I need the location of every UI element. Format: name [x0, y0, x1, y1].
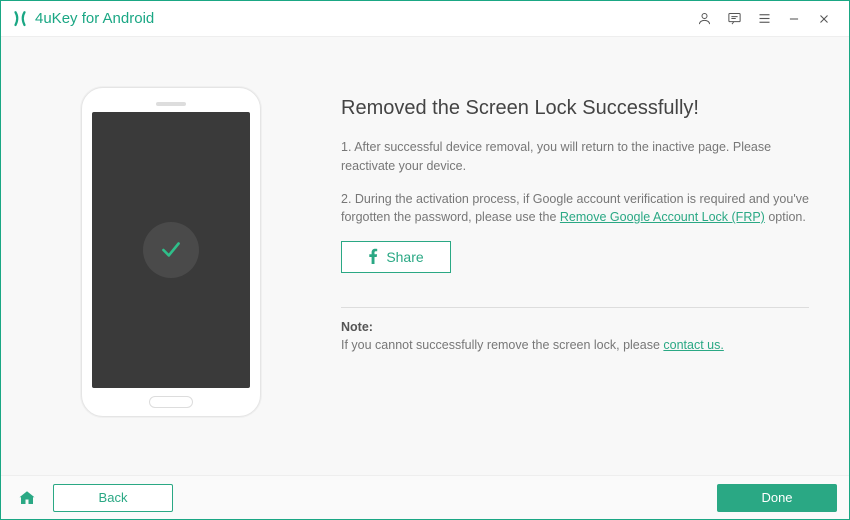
facebook-icon	[368, 248, 378, 267]
page-title: Removed the Screen Lock Successfully!	[341, 97, 809, 120]
back-button[interactable]: Back	[53, 484, 173, 512]
app-logo: 4uKey for Android	[11, 10, 154, 28]
phone-illustration-column	[41, 67, 301, 465]
note-label: Note:	[341, 320, 809, 334]
phone-illustration	[81, 87, 261, 417]
app-window: 4uKey for Android	[0, 0, 850, 520]
feedback-icon[interactable]	[719, 4, 749, 34]
phone-screen	[92, 112, 250, 388]
note-text-prefix: If you cannot successfully remove the sc…	[341, 338, 663, 352]
home-button[interactable]	[13, 484, 41, 512]
app-title: 4uKey for Android	[35, 10, 154, 27]
instruction-2-suffix: option.	[765, 210, 806, 224]
done-button[interactable]: Done	[717, 484, 837, 512]
share-button-label: Share	[386, 249, 423, 265]
footer-bar: Back Done	[1, 475, 849, 519]
close-button[interactable]	[809, 4, 839, 34]
share-button[interactable]: Share	[341, 241, 451, 273]
titlebar: 4uKey for Android	[1, 1, 849, 37]
result-text-column: Removed the Screen Lock Successfully! 1.…	[341, 67, 809, 465]
app-logo-icon	[11, 10, 29, 28]
main-content: Removed the Screen Lock Successfully! 1.…	[1, 37, 849, 475]
contact-us-link[interactable]: contact us.	[663, 338, 723, 352]
phone-speaker	[156, 102, 186, 106]
account-icon[interactable]	[689, 4, 719, 34]
menu-icon[interactable]	[749, 4, 779, 34]
minimize-button[interactable]	[779, 4, 809, 34]
success-check-icon	[143, 222, 199, 278]
instruction-1: 1. After successful device removal, you …	[341, 138, 809, 176]
phone-home-button	[149, 396, 193, 408]
instruction-2: 2. During the activation process, if Goo…	[341, 190, 809, 228]
remove-frp-link[interactable]: Remove Google Account Lock (FRP)	[560, 210, 765, 224]
note-text: If you cannot successfully remove the sc…	[341, 338, 809, 352]
divider	[341, 307, 809, 308]
